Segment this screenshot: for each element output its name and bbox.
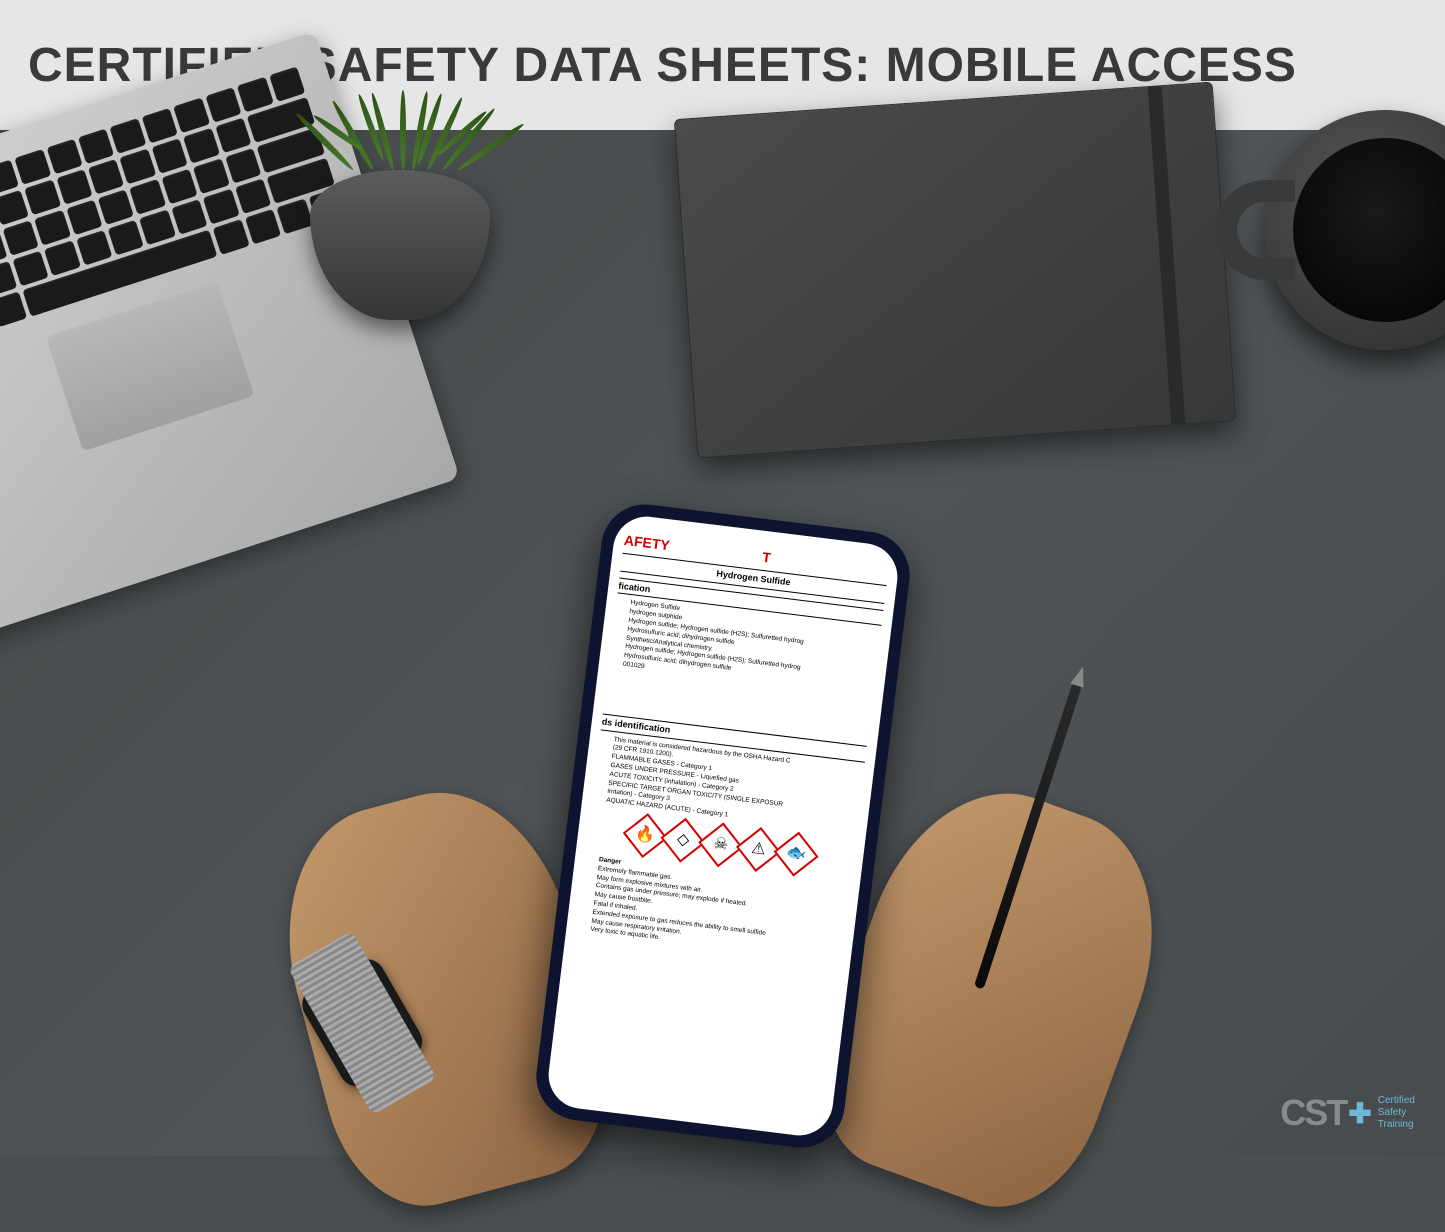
cst-logo: CST ✚ Certified Safety Training bbox=[1280, 1092, 1415, 1134]
notebook bbox=[674, 82, 1236, 459]
plus-icon: ✚ bbox=[1348, 1097, 1371, 1130]
pen-tip bbox=[1070, 665, 1089, 688]
coffee-mug bbox=[1265, 110, 1445, 350]
mug-handle bbox=[1215, 180, 1295, 280]
desk-scene: AFETY T Hydrogen Sulfide fication Hydrog… bbox=[0, 130, 1445, 1156]
phone-screen[interactable]: AFETY T Hydrogen Sulfide fication Hydrog… bbox=[544, 513, 901, 1139]
ghs-cylinder-icon: ◇ bbox=[660, 818, 705, 863]
smartwatch bbox=[295, 953, 428, 1093]
logo-abbrev: CST bbox=[1280, 1092, 1346, 1134]
ghs-environment-icon: 🐟 bbox=[773, 832, 818, 877]
ghs-flame-icon: 🔥 bbox=[622, 813, 667, 858]
ghs-skull-icon: ☠ bbox=[698, 822, 743, 867]
notebook-band bbox=[1148, 86, 1186, 424]
plant bbox=[280, 90, 520, 320]
pot-body bbox=[310, 170, 490, 320]
ghs-exclamation-icon: ⚠ bbox=[735, 827, 780, 872]
mug-inner bbox=[1293, 138, 1445, 322]
logo-text: Certified Safety Training bbox=[1378, 1095, 1415, 1131]
hands-area: AFETY T Hydrogen Sulfide fication Hydrog… bbox=[273, 456, 1173, 1196]
watch-band bbox=[287, 931, 436, 1115]
